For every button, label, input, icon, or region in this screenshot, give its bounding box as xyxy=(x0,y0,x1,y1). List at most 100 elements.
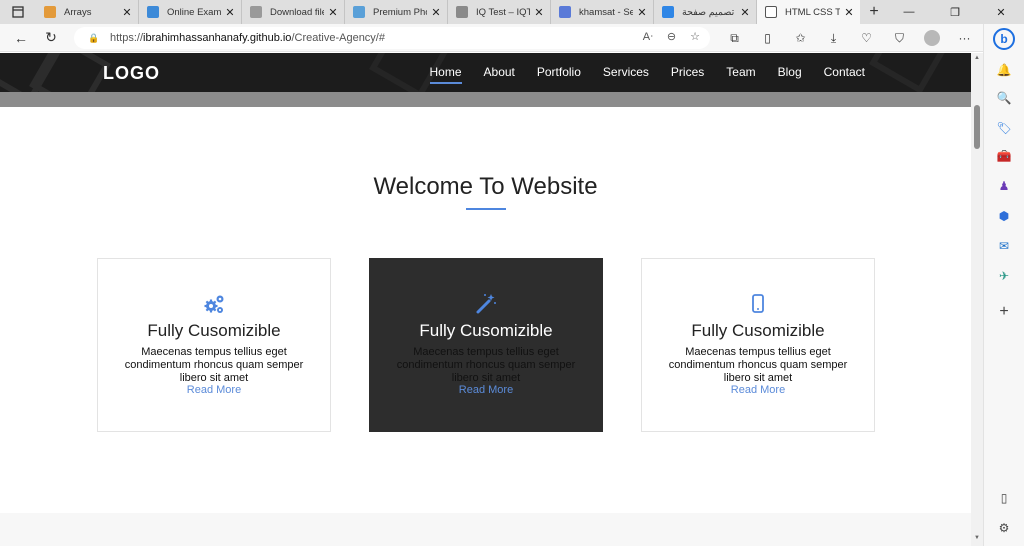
tools-icon[interactable]: 🧰 xyxy=(996,148,1012,164)
url-scheme: https:// xyxy=(110,32,144,44)
tab-label: HTML CSS Te xyxy=(785,6,840,18)
read-aloud-icon[interactable]: Aᐧ xyxy=(643,30,653,43)
add-sidebar-app-icon[interactable]: + xyxy=(996,303,1012,320)
nav-link-blog[interactable]: Blog xyxy=(778,65,802,79)
mobile-icon xyxy=(642,293,874,315)
nav-link-services[interactable]: Services xyxy=(603,65,649,79)
title-underline xyxy=(466,208,506,210)
tab-close-icon[interactable]: ✕ xyxy=(431,6,441,19)
back-button[interactable]: ← xyxy=(6,24,36,52)
tab-label: Online Exam xyxy=(167,6,221,18)
browser-tab[interactable]: Premium Pho ✕ xyxy=(345,0,448,24)
browser-tab[interactable]: Online Exam ✕ xyxy=(139,0,242,24)
favorite-star-icon[interactable]: ☆ xyxy=(690,30,700,43)
browser-toolbar: ← ↻ 🔒 https://ibrahimhassanhanafy.github… xyxy=(0,24,1024,52)
header-band xyxy=(0,92,971,107)
browser-tab[interactable]: تصميم صفحة ✕ xyxy=(654,0,757,24)
browser-tab[interactable]: Download file ✕ xyxy=(242,0,345,24)
nav-link-contact[interactable]: Contact xyxy=(824,65,865,79)
tab-label: Download file xyxy=(270,6,324,18)
close-window-button[interactable]: ✕ xyxy=(978,0,1024,24)
nav-link-home[interactable]: Home xyxy=(429,65,462,84)
edge-sidebar: b 🔔 🔍 🏷 🧰 ♟ ⬢ ✉ ✈ + ▯ ⚙ xyxy=(983,24,1024,546)
tab-close-icon[interactable]: ✕ xyxy=(225,6,235,19)
refresh-button[interactable]: ↻ xyxy=(36,24,66,52)
tab-label: khamsat - Se xyxy=(579,6,633,18)
minimize-button[interactable]: — xyxy=(886,0,932,24)
browser-tab[interactable]: khamsat - Se ✕ xyxy=(551,0,654,24)
favorites-icon[interactable]: ✩ xyxy=(784,31,817,45)
window-controls: — ❐ ✕ xyxy=(886,0,1024,24)
performance-icon[interactable]: ♡ xyxy=(850,31,883,45)
read-more-link[interactable]: Read More xyxy=(642,384,874,396)
browser-tab[interactable]: Arrays ✕ xyxy=(36,0,139,24)
plus-icon: + xyxy=(869,3,879,20)
tab-label: Arrays xyxy=(64,6,92,18)
card-title: Fully Cusomizible xyxy=(419,321,553,340)
card-text: Maecenas tempus tellius eget condimentum… xyxy=(668,346,848,384)
url-host: ibrahimhassanhanafy.github.io xyxy=(143,32,292,44)
tab-favicon-icon xyxy=(559,6,571,18)
nav-link-prices[interactable]: Prices xyxy=(671,65,704,79)
tab-favicon-icon xyxy=(147,6,159,18)
zoom-icon[interactable]: ⊖ xyxy=(667,30,676,43)
card-title: Fully Cusomizible xyxy=(147,321,281,340)
tab-close-icon[interactable]: ✕ xyxy=(328,6,338,19)
tab-favicon-icon xyxy=(44,6,56,18)
notifications-icon[interactable]: 🔔 xyxy=(996,62,1012,78)
card-title: Fully Cusomizible xyxy=(691,321,825,340)
shopping-tag-icon[interactable]: 🏷 xyxy=(996,120,1012,136)
url-path: /Creative-Agency/# xyxy=(291,32,385,44)
page-viewport[interactable]: LOGO Home About Portfolio Services Prices Tea… xyxy=(0,53,983,546)
tab-strip: Arrays ✕ Online Exam ✕ Download file ✕ Premium… xyxy=(0,0,1024,24)
tab-favicon-icon xyxy=(765,6,777,18)
tab-close-icon[interactable]: ✕ xyxy=(122,6,132,19)
downloads-icon[interactable]: ⤓ xyxy=(817,31,850,46)
nav-link-team[interactable]: Team xyxy=(726,65,755,79)
read-more-link[interactable]: Read More xyxy=(98,384,330,396)
scroll-up-icon[interactable]: ▲ xyxy=(973,55,981,61)
tab-favicon-icon xyxy=(353,6,365,18)
tab-close-icon[interactable]: ✕ xyxy=(637,6,647,19)
read-more-link[interactable]: Read More xyxy=(370,384,602,396)
outlook-icon[interactable]: ✉ xyxy=(996,238,1012,254)
bing-copilot-icon[interactable]: b xyxy=(993,28,1015,50)
tab-list: Arrays ✕ Online Exam ✕ Download file ✕ Premium… xyxy=(36,0,860,24)
scroll-down-icon[interactable]: ▼ xyxy=(973,535,981,541)
drop-icon[interactable]: ✈ xyxy=(996,268,1012,284)
restore-button[interactable]: ❐ xyxy=(932,0,978,24)
nav-link-portfolio[interactable]: Portfolio xyxy=(537,65,581,79)
site-logo[interactable]: LOGO xyxy=(103,63,160,84)
tab-close-icon[interactable]: ✕ xyxy=(740,6,750,19)
extensions-icon[interactable]: ⧉ xyxy=(718,31,751,46)
card-text: Maecenas tempus tellius eget condimentum… xyxy=(124,346,304,384)
card-text: Maecenas tempus tellius eget condimentum… xyxy=(396,346,576,384)
new-tab-button[interactable]: + xyxy=(862,0,886,24)
scroll-thumb[interactable] xyxy=(974,105,980,149)
more-menu-icon[interactable]: ··· xyxy=(948,31,981,45)
main-nav: Home About Portfolio Services Prices Team Blog… xyxy=(429,65,865,84)
tab-actions-button[interactable] xyxy=(0,0,36,24)
back-arrow-icon: ← xyxy=(14,29,28,46)
office-icon[interactable]: ⬢ xyxy=(996,208,1012,224)
settings-gear-icon[interactable]: ⚙ xyxy=(996,520,1012,536)
browser-essentials-icon[interactable]: ⛉ xyxy=(883,31,916,46)
tab-close-icon[interactable]: ✕ xyxy=(844,6,854,19)
split-screen-icon[interactable]: ▯ xyxy=(751,31,784,45)
refresh-icon: ↻ xyxy=(45,29,57,45)
games-icon[interactable]: ♟ xyxy=(996,178,1012,194)
nav-link-about[interactable]: About xyxy=(484,65,515,79)
profile-avatar[interactable] xyxy=(924,30,940,46)
section-title: Welcome To Website xyxy=(373,173,598,200)
sidebar-layout-icon[interactable]: ▯ xyxy=(996,490,1012,506)
site-header: LOGO Home About Portfolio Services Prices Tea… xyxy=(0,53,971,92)
address-bar[interactable]: 🔒 https://ibrahimhassanhanafy.github.io /… xyxy=(74,27,710,49)
feature-card: Fully Cusomizible Maecenas tempus tellius… xyxy=(369,258,603,432)
feature-card: Fully Cusomizible Maecenas tempus tellius… xyxy=(97,258,331,432)
browser-tab[interactable]: HTML CSS Te ✕ xyxy=(757,0,860,24)
lock-icon: 🔒 xyxy=(88,32,100,43)
page-scrollbar[interactable]: ▲ ▼ xyxy=(971,53,983,546)
search-icon[interactable]: 🔍 xyxy=(996,90,1012,106)
tab-close-icon[interactable]: ✕ xyxy=(534,6,544,19)
browser-tab[interactable]: IQ Test – IQTe ✕ xyxy=(448,0,551,24)
